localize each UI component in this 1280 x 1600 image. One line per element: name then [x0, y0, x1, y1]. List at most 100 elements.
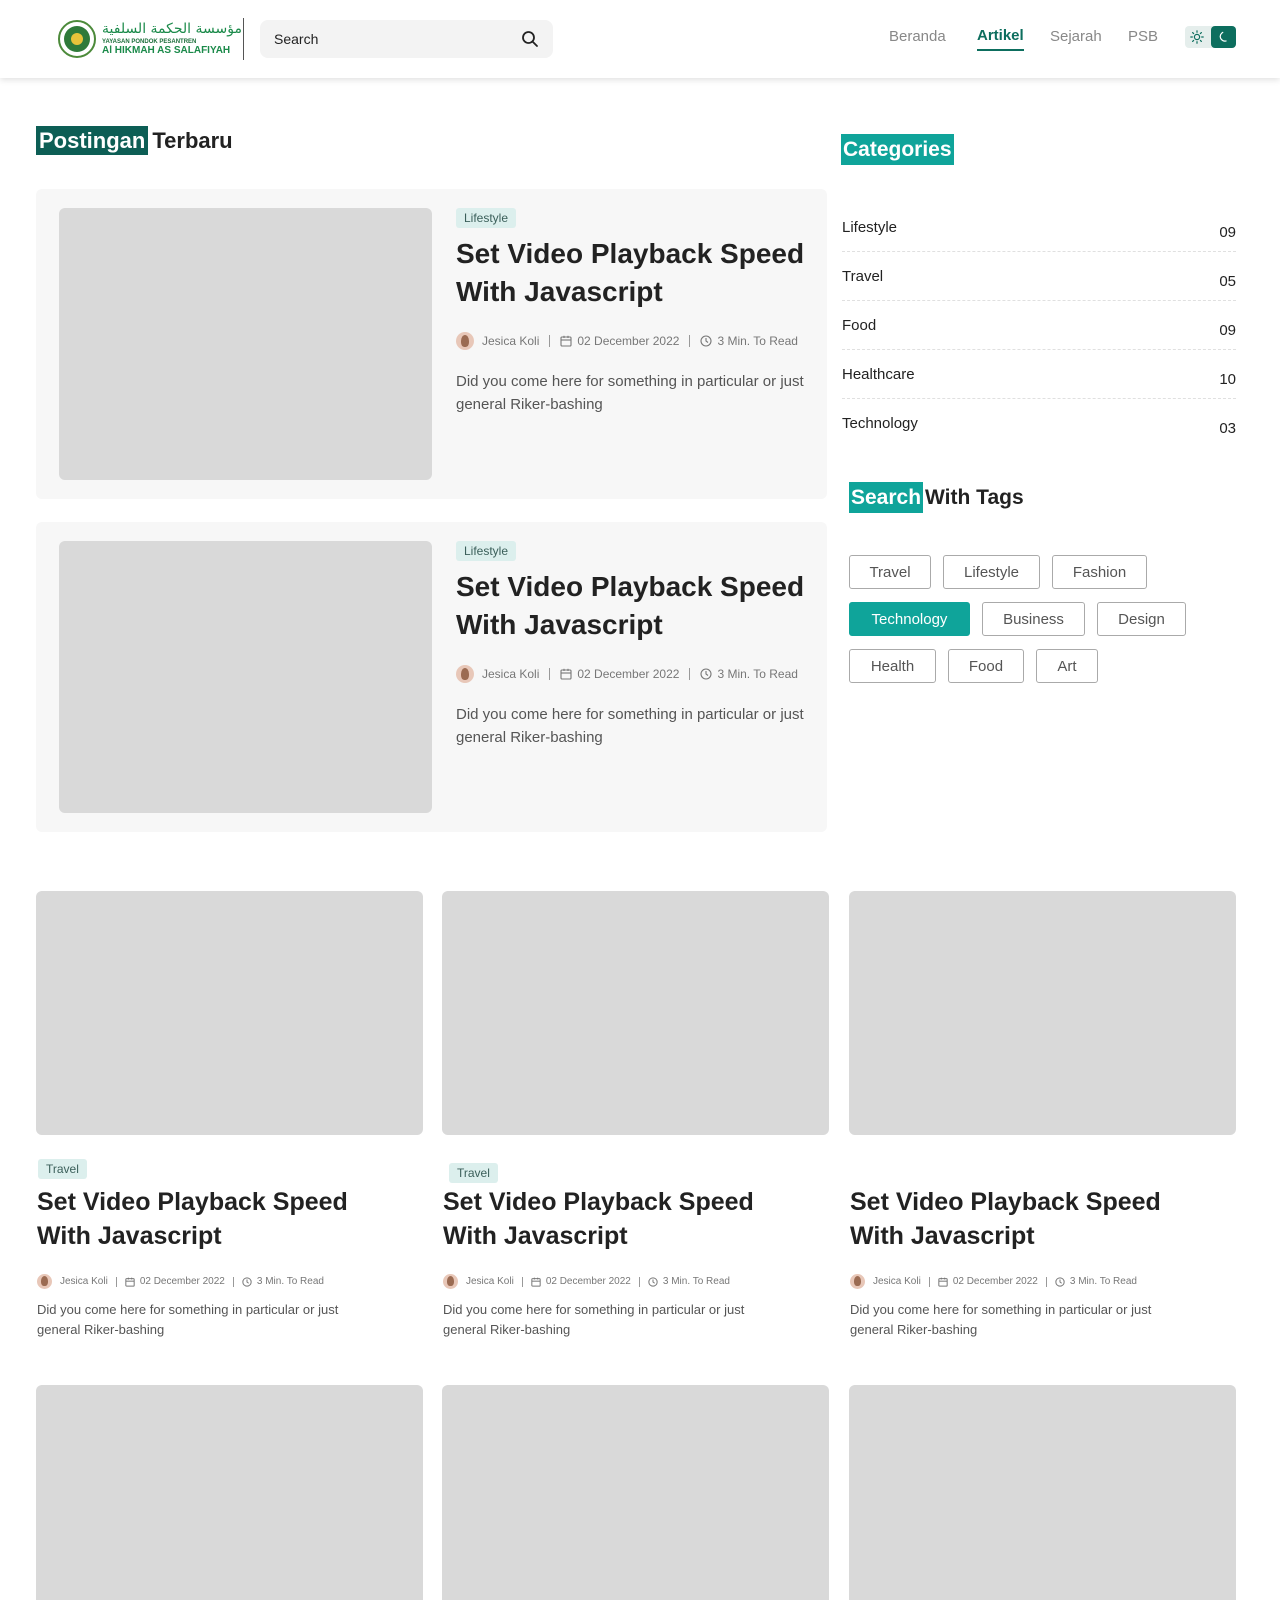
- read-time: 3 Min. To Read: [1069, 1276, 1137, 1287]
- post-card[interactable]: Travel Set Video Playback Speed With Jav…: [442, 891, 829, 1337]
- category-name: Lifestyle: [842, 218, 898, 236]
- tag-business[interactable]: Business: [982, 602, 1085, 636]
- category-name: Food: [842, 316, 877, 334]
- logo-emblem-icon: [58, 20, 96, 58]
- post-thumbnail[interactable]: [59, 208, 432, 480]
- post-title[interactable]: Set Video Playback Speed With Javascript: [456, 568, 816, 644]
- calendar-icon: [938, 1277, 948, 1287]
- tag-travel[interactable]: Travel: [849, 555, 931, 589]
- theme-toggle[interactable]: [1185, 26, 1236, 48]
- nav-sejarah[interactable]: Sejarah: [1050, 28, 1102, 45]
- post-card[interactable]: [442, 1385, 829, 1600]
- post-title[interactable]: Set Video Playback Speed With Javascript: [443, 1185, 783, 1253]
- author-avatar: [456, 332, 474, 350]
- post-thumbnail[interactable]: [36, 891, 423, 1135]
- logo-arabic-text: مؤسسة الحكمة السلفية: [102, 21, 242, 37]
- tags-heading: Search With Tags: [849, 482, 1024, 513]
- read-time: 3 Min. To Read: [256, 1276, 324, 1287]
- post-thumbnail[interactable]: [442, 1385, 829, 1600]
- category-item[interactable]: Healthcare 10: [842, 350, 1236, 399]
- category-badge[interactable]: Travel: [449, 1163, 498, 1183]
- read-time: 3 Min. To Read: [717, 667, 798, 681]
- author-name[interactable]: Jesica Koli: [466, 1276, 514, 1287]
- nav-psb[interactable]: PSB: [1128, 28, 1158, 45]
- calendar-icon: [531, 1277, 541, 1287]
- post-title[interactable]: Set Video Playback Speed With Javascript: [37, 1185, 377, 1253]
- search-input[interactable]: [274, 31, 521, 47]
- post-card[interactable]: Set Video Playback Speed With Javascript…: [849, 891, 1236, 1337]
- categories-heading-label: Categories: [841, 134, 954, 165]
- site-header: مؤسسة الحكمة السلفية YAYASAN PONDOK PESA…: [0, 0, 1280, 78]
- tags-heading-highlight: Search: [849, 482, 924, 513]
- post-card[interactable]: [36, 1385, 423, 1600]
- author-name[interactable]: Jesica Koli: [482, 667, 539, 681]
- latest-posts-heading: Postingan Terbaru: [36, 126, 233, 155]
- nav-artikel-label: Artikel: [977, 27, 1024, 44]
- heading-highlight: Postingan: [36, 126, 149, 155]
- post-card[interactable]: [849, 1385, 1236, 1600]
- category-badge[interactable]: Lifestyle: [456, 541, 517, 561]
- read-time: 3 Min. To Read: [662, 1276, 730, 1287]
- post-title[interactable]: Set Video Playback Speed With Javascript: [456, 235, 816, 311]
- category-list: Lifestyle 09 Travel 05 Food 09 Healthcar…: [842, 203, 1236, 448]
- tag-lifestyle[interactable]: Lifestyle: [943, 555, 1040, 589]
- author-avatar: [37, 1274, 52, 1289]
- author-name[interactable]: Jesica Koli: [482, 334, 539, 348]
- post-date: 02 December 2022: [577, 667, 680, 681]
- post-meta: Jesica Koli 02 December 2022 3 Min. To R…: [850, 1274, 1137, 1289]
- post-thumbnail[interactable]: [442, 891, 829, 1135]
- post-thumbnail[interactable]: [59, 541, 432, 813]
- calendar-icon: [560, 335, 572, 347]
- tag-health[interactable]: Health: [849, 649, 936, 683]
- post-date: 02 December 2022: [545, 1276, 631, 1287]
- featured-post-card[interactable]: Lifestyle Set Video Playback Speed With …: [36, 522, 827, 832]
- site-logo[interactable]: مؤسسة الحكمة السلفية YAYASAN PONDOK PESA…: [58, 20, 242, 58]
- category-name: Technology: [842, 415, 918, 432]
- tag-design[interactable]: Design: [1097, 602, 1186, 636]
- read-time: 3 Min. To Read: [717, 334, 798, 348]
- author-name[interactable]: Jesica Koli: [873, 1276, 921, 1287]
- tags-heading-rest: With Tags: [925, 486, 1024, 509]
- tag-art[interactable]: Art: [1036, 649, 1098, 683]
- category-item[interactable]: Food 09: [842, 301, 1236, 350]
- tag-technology[interactable]: Technology: [849, 602, 970, 636]
- post-date: 02 December 2022: [577, 334, 680, 348]
- author-name[interactable]: Jesica Koli: [60, 1276, 108, 1287]
- clock-icon: [1055, 1276, 1065, 1287]
- post-meta: Jesica Koli 02 December 2022 3 Min. To R…: [443, 1274, 730, 1289]
- sun-icon[interactable]: [1185, 26, 1209, 48]
- clock-icon: [700, 668, 712, 680]
- post-date: 02 December 2022: [139, 1276, 225, 1287]
- post-card[interactable]: Travel Set Video Playback Speed With Jav…: [36, 891, 423, 1337]
- search-box: [260, 20, 553, 58]
- post-meta: Jesica Koli 02 December 2022 3 Min. To R…: [37, 1274, 324, 1289]
- category-name: Healthcare: [842, 365, 915, 383]
- moon-icon[interactable]: [1211, 26, 1236, 48]
- tag-fashion[interactable]: Fashion: [1052, 555, 1147, 589]
- post-meta: Jesica Koli 02 December 2022 3 Min. To R…: [456, 665, 798, 683]
- author-avatar: [850, 1274, 865, 1289]
- post-thumbnail[interactable]: [849, 1385, 1236, 1600]
- clock-icon: [648, 1276, 658, 1287]
- post-excerpt: Did you come here for something in parti…: [456, 706, 804, 746]
- category-badge[interactable]: Lifestyle: [456, 208, 517, 228]
- category-name: Travel: [842, 267, 884, 285]
- nav-artikel[interactable]: Artikel: [977, 27, 1024, 51]
- featured-post-card[interactable]: Lifestyle Set Video Playback Speed With …: [36, 189, 827, 499]
- post-title[interactable]: Set Video Playback Speed With Javascript: [850, 1185, 1190, 1253]
- search-icon[interactable]: [521, 30, 539, 48]
- category-item[interactable]: Lifestyle 09: [842, 203, 1236, 252]
- category-count: 09: [1219, 223, 1236, 241]
- clock-icon: [700, 335, 712, 347]
- category-badge[interactable]: Travel: [38, 1159, 87, 1179]
- tag-food[interactable]: Food: [948, 649, 1024, 683]
- clock-icon: [242, 1276, 252, 1287]
- calendar-icon: [560, 668, 572, 680]
- category-item[interactable]: Technology 03: [842, 399, 1236, 448]
- nav-beranda[interactable]: Beranda: [889, 28, 946, 45]
- category-item[interactable]: Travel 05: [842, 252, 1236, 301]
- categories-heading: Categories: [841, 134, 956, 165]
- post-thumbnail[interactable]: [849, 891, 1236, 1135]
- post-excerpt: Did you come here for something in parti…: [850, 1302, 1152, 1337]
- post-thumbnail[interactable]: [36, 1385, 423, 1600]
